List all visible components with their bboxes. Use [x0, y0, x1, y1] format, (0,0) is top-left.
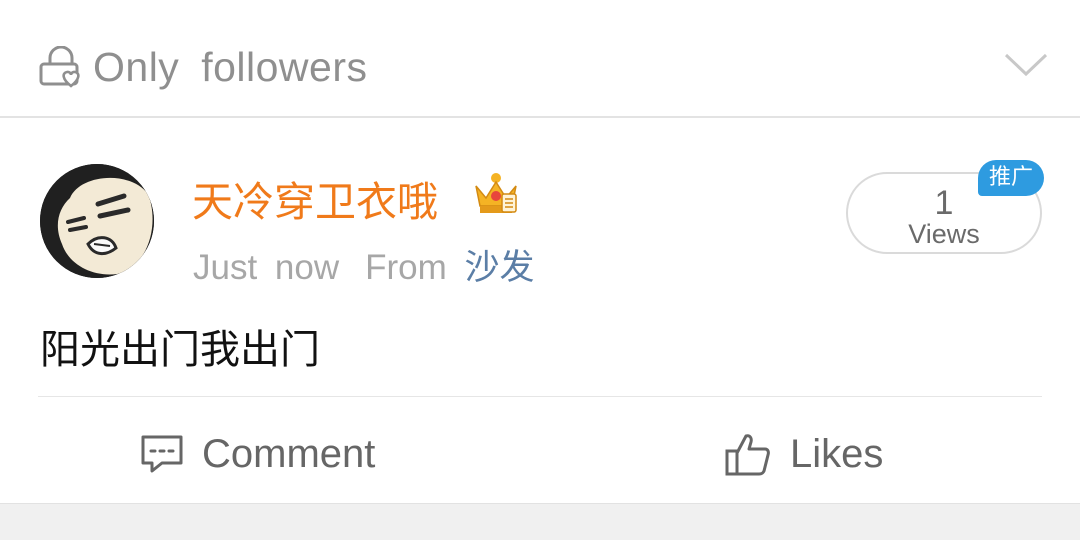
- crown-icon: [475, 173, 517, 213]
- visibility-label: Only followers: [93, 44, 368, 90]
- source-link[interactable]: 沙发: [465, 248, 535, 288]
- post-time: Just now: [193, 248, 340, 287]
- post-meta: Just now From 沙发: [193, 239, 535, 290]
- lock-heart-icon: [39, 46, 80, 88]
- from-label: From: [365, 248, 447, 287]
- likes-button[interactable]: Likes: [724, 430, 883, 478]
- divider: [38, 396, 1042, 397]
- likes-label: Likes: [790, 431, 884, 476]
- chevron-down-icon[interactable]: [1003, 50, 1049, 80]
- post-text: 阳光出门我出门: [40, 327, 320, 373]
- author-name[interactable]: 天冷穿卫衣哦: [192, 168, 438, 228]
- thumbs-up-icon: [725, 434, 770, 476]
- avatar[interactable]: [40, 164, 154, 278]
- comment-icon: [141, 435, 183, 473]
- promo-badge[interactable]: 推广: [978, 160, 1044, 196]
- visibility-selector[interactable]: Only followers: [0, 0, 1080, 118]
- comment-label: Comment: [202, 431, 376, 476]
- cartoon-avatar: [40, 164, 154, 278]
- comment-button[interactable]: Comment: [140, 430, 375, 478]
- views-label: Views: [908, 219, 980, 249]
- bottom-separator: [0, 504, 1080, 540]
